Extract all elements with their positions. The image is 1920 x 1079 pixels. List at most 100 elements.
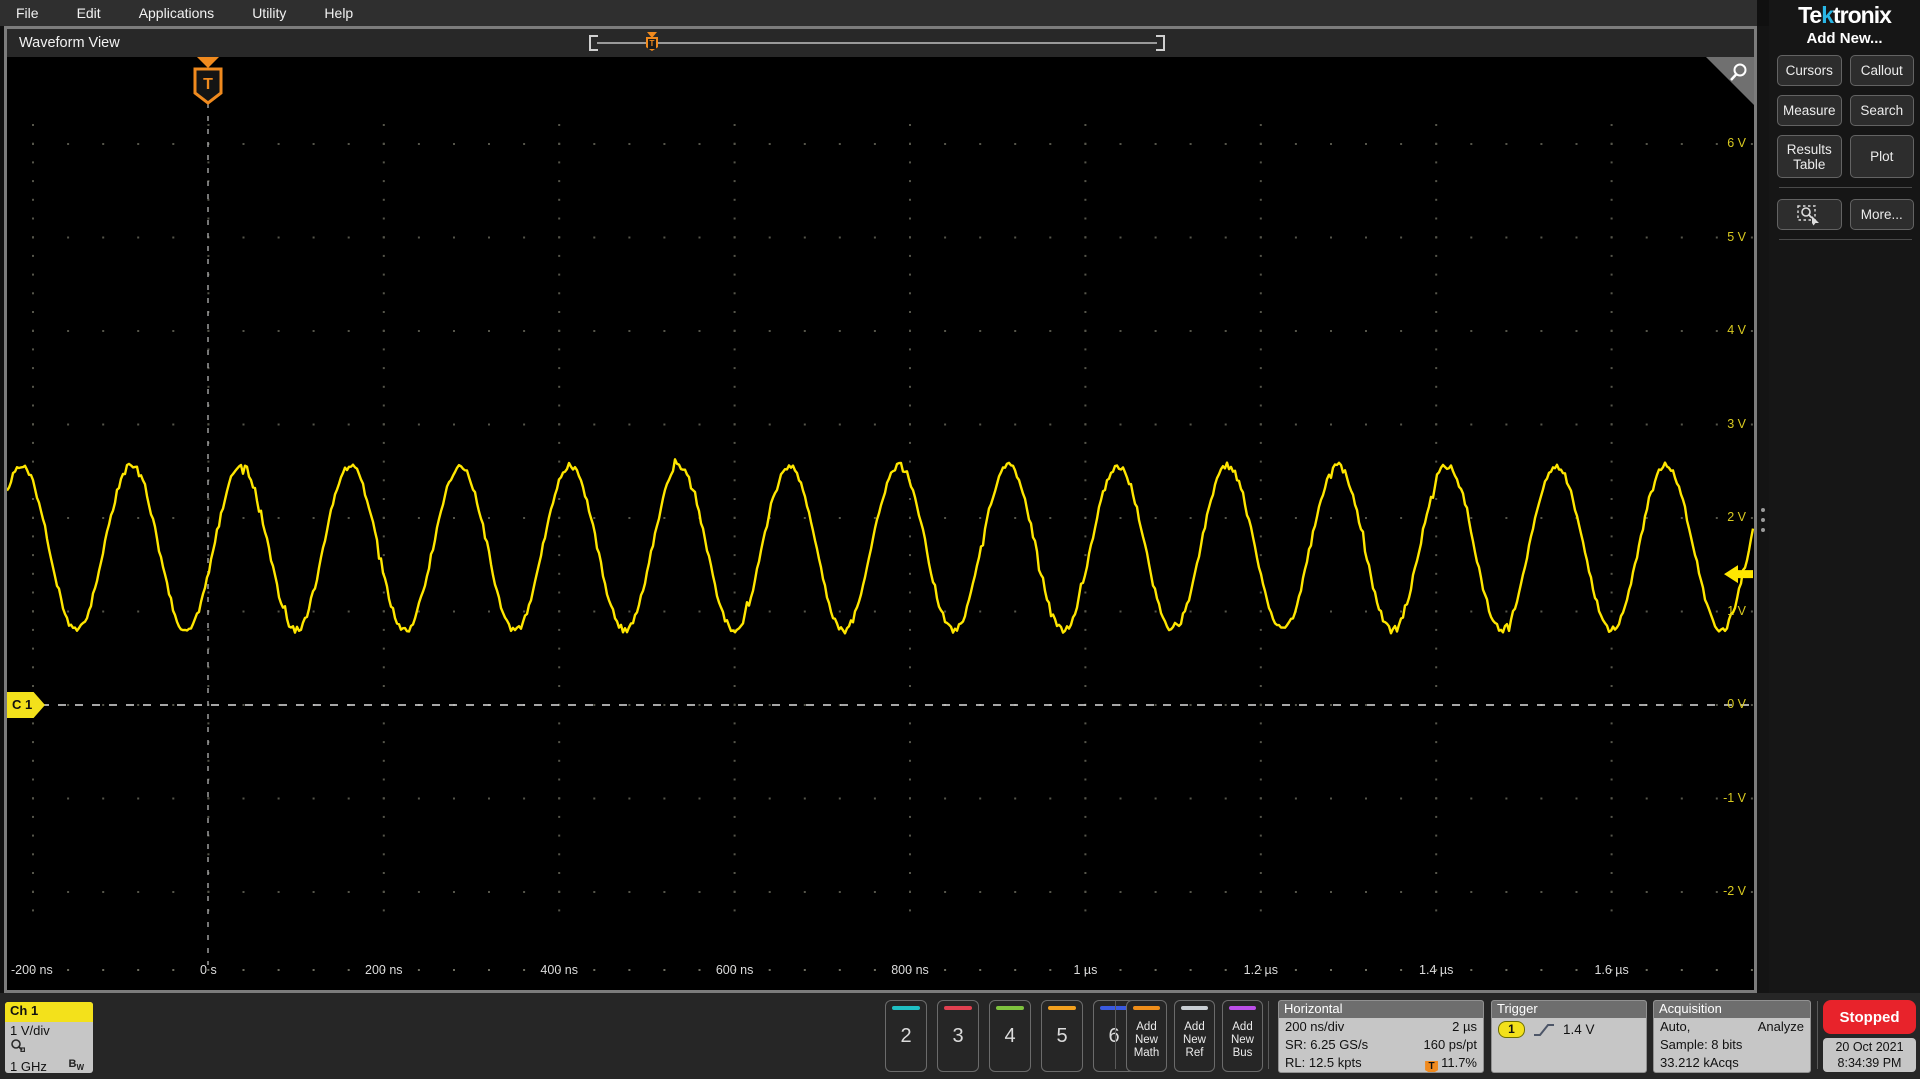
acquisition-sample: Sample: 8 bits	[1660, 1037, 1743, 1052]
trigger-t-icon: T	[1425, 1061, 1439, 1072]
time-axis-label: 800 ns	[891, 963, 929, 977]
right-sidebar: Tektronix Add New... Cursors Callout Measu…	[1769, 0, 1920, 993]
add-measure-button[interactable]: Measure	[1777, 95, 1842, 126]
trigger-source-badge: 1	[1498, 1021, 1525, 1038]
waveform-plot[interactable]: T C 1 6 V5 V4 V3 V2 V1 V0 V -1 V -2 V -200 …	[7, 57, 1754, 990]
voltage-axis-label: 1 V	[1727, 603, 1746, 618]
acquisition-count: 33.212 kAcqs	[1660, 1055, 1739, 1070]
horizontal-panel-title: Horizontal	[1279, 1001, 1483, 1018]
date-value: 20 Oct 2021	[1835, 1040, 1904, 1054]
panel-splitter[interactable]	[1757, 26, 1769, 993]
trigger-panel-title: Trigger	[1492, 1001, 1646, 1018]
menu-bar: File Edit Applications Utility Help	[0, 0, 1757, 26]
horizontal-panel[interactable]: Horizontal 200 ns/div 2 µs SR: 6.25 GS/s 16…	[1278, 1000, 1484, 1073]
voltage-axis-label: 4 V	[1727, 323, 1746, 337]
horizontal-row-2: RL: 12.5 kpts T 11.7%	[1285, 1055, 1477, 1072]
zoom-select-icon	[1797, 204, 1820, 225]
datetime-display: 20 Oct 2021 8:34:39 PM	[1823, 1038, 1916, 1072]
more-button[interactable]: More...	[1849, 199, 1914, 230]
time-axis-label: 1.4 µs	[1419, 963, 1454, 977]
channel-color-bar	[1100, 1006, 1128, 1010]
add-search-button[interactable]: Search	[1849, 95, 1914, 126]
zoom-select-button[interactable]	[1777, 199, 1842, 230]
add-new-math-button[interactable]: Add New Math	[1126, 1000, 1167, 1072]
overview-line	[597, 42, 1157, 44]
overview-right-bracket[interactable]	[1156, 35, 1165, 51]
tab-bar: Waveform View T	[7, 29, 1754, 57]
channel-color-bar	[892, 1006, 920, 1010]
voltage-axis-label: 0 V	[1727, 697, 1746, 711]
voltage-axis-label: 3 V	[1727, 416, 1746, 431]
divider	[1268, 1001, 1269, 1069]
divider	[1779, 239, 1912, 240]
divider	[1817, 1001, 1818, 1069]
add-results-table-button[interactable]: Results Table	[1777, 135, 1842, 178]
menu-item-edit[interactable]: Edit	[77, 5, 101, 21]
minimap-trigger-icon[interactable]: T	[645, 32, 659, 54]
channel-color-bar	[996, 1006, 1024, 1010]
run-stop-button[interactable]: Stopped	[1823, 1000, 1916, 1034]
menu-item-help[interactable]: Help	[324, 5, 353, 21]
acquisition-panel-title: Acquisition	[1654, 1001, 1810, 1018]
time-axis-label: 200 ns	[365, 963, 403, 977]
horizontal-overview[interactable]: T	[589, 32, 1165, 54]
add-plot-button[interactable]: Plot	[1849, 135, 1914, 178]
time-axis-label: 0 s	[200, 963, 217, 977]
ch1-trace[interactable]	[7, 458, 1754, 635]
channel-3-button[interactable]: 3	[937, 1000, 979, 1072]
sidebar-buttons: Cursors Callout Measure Search Results Table…	[1769, 47, 1920, 240]
trigger-top-triangle	[197, 57, 219, 68]
channel-2-button[interactable]: 2	[885, 1000, 927, 1072]
trigger-level-value: 1.4 V	[1563, 1022, 1595, 1037]
button-color-bar	[1229, 1006, 1256, 1010]
time-value: 8:34:39 PM	[1837, 1056, 1902, 1070]
ch1-scale: 1 V/div	[10, 1023, 50, 1038]
graticule-dots	[32, 124, 1753, 912]
time-axis-label: -200 ns	[11, 963, 53, 977]
trigger-badge-letter: T	[203, 76, 213, 93]
splitter-dot	[1761, 518, 1765, 522]
add-new-heading: Add New...	[1806, 30, 1883, 47]
splitter-dot	[1761, 508, 1765, 512]
channel-4-button[interactable]: 4	[989, 1000, 1031, 1072]
voltage-axis-label: -2 V	[1723, 884, 1746, 898]
time-axis-label: 400 ns	[540, 963, 578, 977]
time-axis-label: 600 ns	[715, 963, 754, 977]
button-color-bar	[1133, 1006, 1160, 1010]
ch1-title: Ch 1	[5, 1002, 93, 1022]
acquisition-panel[interactable]: Acquisition Auto, Analyze Sample: 8 bits…	[1653, 1000, 1811, 1073]
splitter-dot	[1761, 528, 1765, 532]
channel-color-bar	[1048, 1006, 1076, 1010]
channel-5-button[interactable]: 5	[1041, 1000, 1083, 1072]
voltage-axis-label: 2 V	[1727, 510, 1746, 524]
add-callout-button[interactable]: Callout	[1849, 55, 1914, 86]
channel-buttons: 23456	[885, 1000, 1135, 1072]
divider	[1115, 1001, 1116, 1069]
menu-item-file[interactable]: File	[16, 5, 39, 21]
channel-color-bar	[944, 1006, 972, 1010]
sidebar-button-row: More...	[1777, 199, 1914, 230]
waveform-view: Waveform View T T C 1 6 V5 V4 V3 V2 V1 V…	[4, 26, 1757, 993]
add-cursors-button[interactable]: Cursors	[1777, 55, 1842, 86]
horizontal-row-1: SR: 6.25 GS/s 160 ps/pt	[1285, 1037, 1477, 1052]
voltage-axis-label: -1 V	[1723, 790, 1746, 805]
time-axis-label: 1.6 µs	[1594, 963, 1629, 977]
button-color-bar	[1181, 1006, 1208, 1010]
ch1-badge[interactable]: Ch 1 1 V/div 1 GHz BW	[5, 1002, 93, 1073]
menu-item-applications[interactable]: Applications	[139, 5, 215, 21]
trigger-panel[interactable]: Trigger 1 1.4 V	[1491, 1000, 1647, 1073]
voltage-axis-label: 5 V	[1727, 229, 1746, 244]
add-new-ref-button[interactable]: Add New Ref	[1174, 1000, 1215, 1072]
tab-waveform-view[interactable]: Waveform View	[19, 29, 120, 57]
ch1-bandwidth: 1 GHz	[10, 1058, 47, 1073]
bandwidth-badge: BW	[68, 1058, 84, 1073]
divider	[1779, 187, 1912, 188]
menu-item-utility[interactable]: Utility	[252, 5, 286, 21]
trigger-level-arrow[interactable]	[1724, 565, 1753, 584]
voltage-axis-label: 6 V	[1727, 136, 1746, 150]
add-new-bus-button[interactable]: Add New Bus	[1222, 1000, 1263, 1072]
tektronix-logo: Tektronix	[1798, 2, 1892, 28]
rising-edge-icon	[1534, 1023, 1554, 1036]
sidebar-button-row: Measure Search	[1777, 95, 1914, 126]
time-axis-label: 1 µs	[1073, 963, 1098, 977]
